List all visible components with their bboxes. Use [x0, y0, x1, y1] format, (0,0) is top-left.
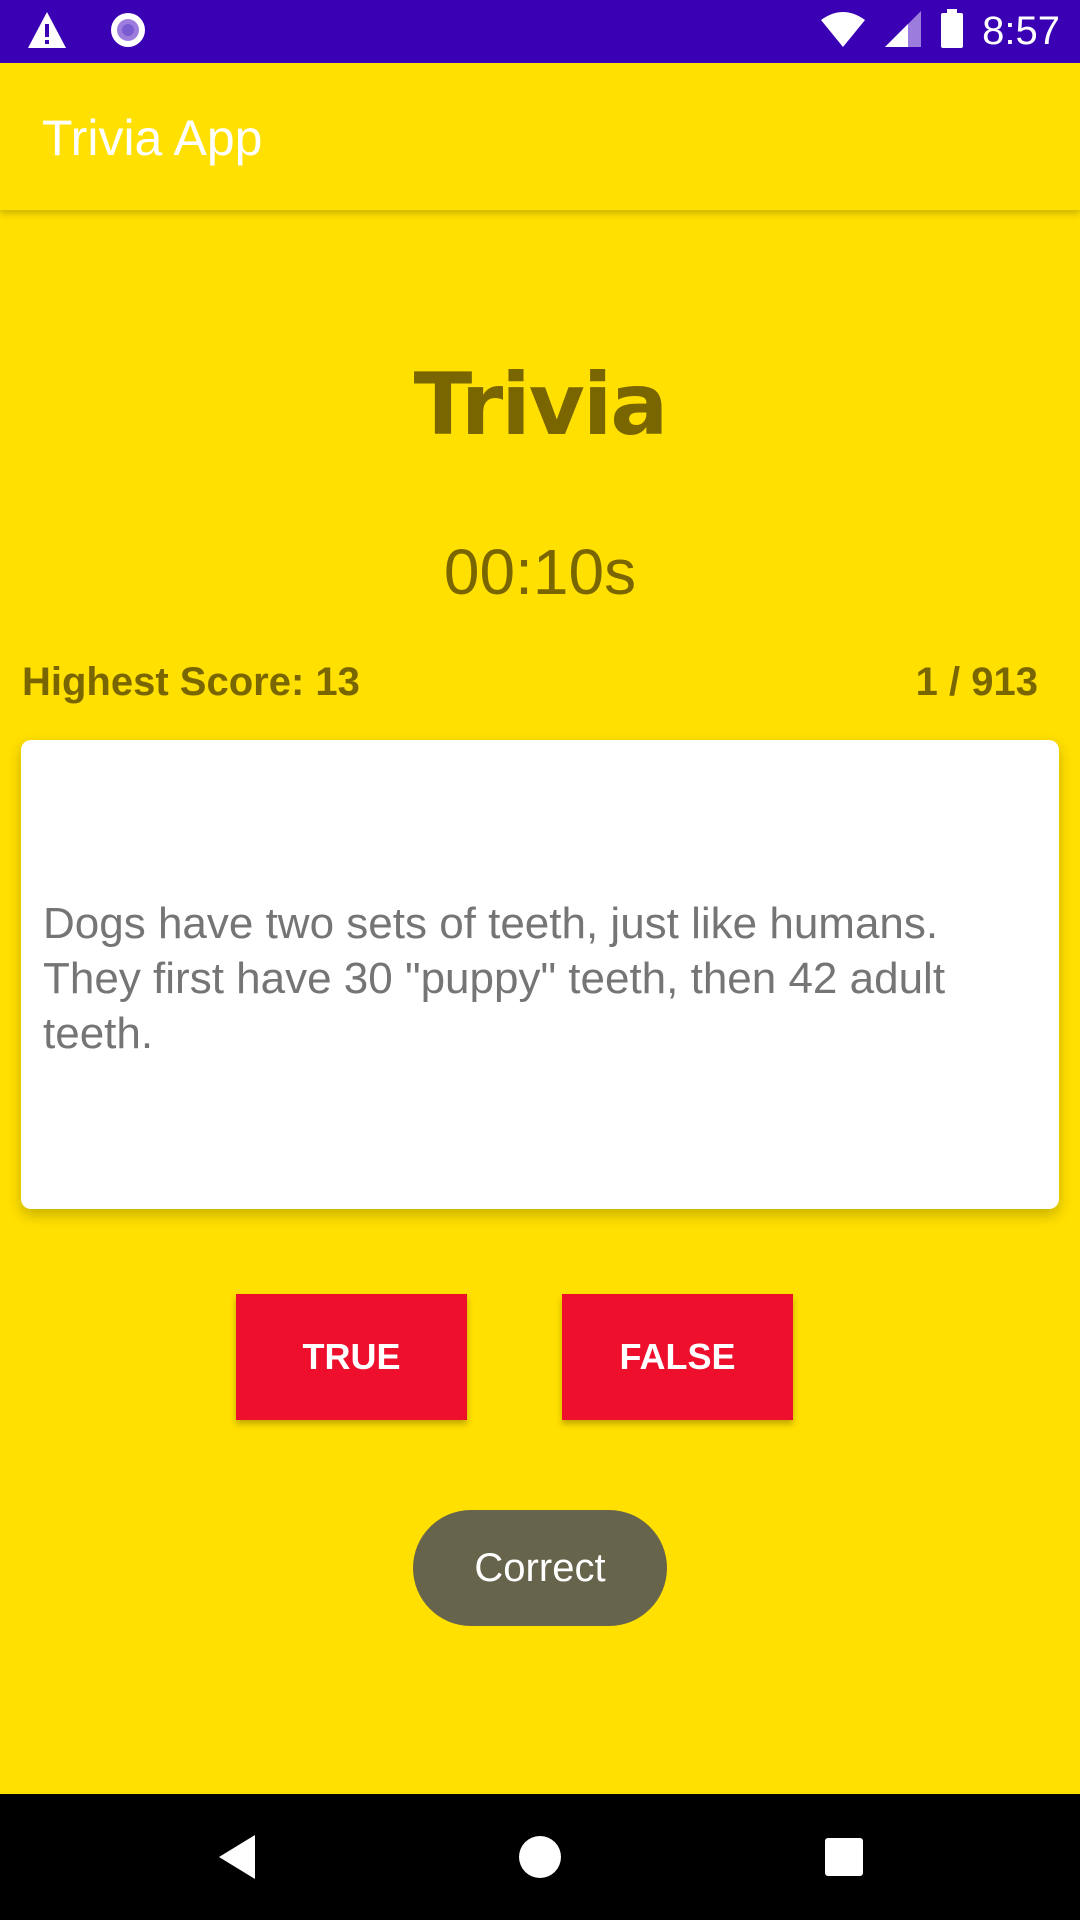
- highest-score: Highest Score: 13: [22, 660, 360, 704]
- home-icon[interactable]: [510, 1827, 570, 1887]
- timer: 00:10s: [443, 536, 637, 608]
- signal-icon: [884, 10, 922, 53]
- question-card: Dogs have two sets of teeth, just like h…: [21, 740, 1059, 1209]
- false-button[interactable]: FALSE: [562, 1294, 793, 1420]
- app-bar: Trivia App: [0, 63, 1080, 210]
- trivia-heading: Trivia: [413, 355, 669, 455]
- true-button[interactable]: TRUE: [236, 1294, 467, 1420]
- app-title: Trivia App: [42, 110, 263, 166]
- status-time: 8:57: [982, 9, 1060, 53]
- navigation-bar: [0, 1794, 1080, 1920]
- recents-icon[interactable]: [814, 1827, 874, 1887]
- toast-message: Correct: [413, 1510, 667, 1626]
- status-bar: 8:57: [0, 0, 1080, 63]
- back-icon[interactable]: [207, 1827, 267, 1887]
- score-row: Highest Score: 13 1 / 913: [22, 660, 1038, 710]
- wifi-icon: [820, 10, 866, 53]
- battery-icon: [940, 9, 964, 54]
- question-counter: 1 / 913: [915, 660, 1038, 704]
- question-text: Dogs have two sets of teeth, just like h…: [43, 899, 946, 1058]
- warning-icon: [26, 10, 68, 55]
- record-icon: [108, 10, 148, 55]
